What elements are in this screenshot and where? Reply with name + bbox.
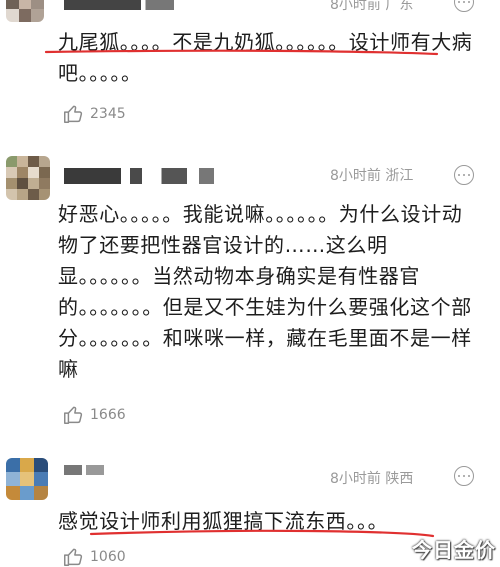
thumbs-up-icon	[64, 105, 83, 123]
like-button[interactable]: 1060	[62, 546, 126, 567]
thumbs-up-icon	[64, 406, 83, 424]
avatar[interactable]	[6, 458, 48, 500]
like-count: 1060	[90, 549, 126, 565]
comment-text: 好恶心。。。。。我能说嘛。。。。。。为什么设计动物了还要把性器官设计的……这么明…	[58, 202, 472, 381]
thumbs-up-icon	[64, 548, 83, 566]
more-options-icon[interactable]	[454, 165, 474, 185]
like-count: 1666	[90, 407, 126, 423]
like-count: 2345	[90, 106, 126, 122]
comment-meta: 8小时前 陕西	[330, 471, 414, 487]
comment-meta: 8小时前 浙江	[330, 168, 414, 184]
comment-meta: 8小时前 广东	[330, 0, 414, 13]
avatar[interactable]	[6, 156, 50, 200]
more-options-icon[interactable]	[454, 466, 474, 486]
username-redacted	[64, 168, 214, 184]
watermark: 今日金价	[412, 538, 496, 562]
like-button[interactable]: 2345	[62, 103, 126, 125]
username-redacted	[64, 0, 174, 10]
avatar[interactable]	[6, 0, 44, 22]
red-underline	[89, 529, 435, 538]
red-underline	[44, 49, 439, 56]
like-button[interactable]: 1666	[62, 404, 126, 426]
more-options-icon[interactable]	[454, 0, 474, 12]
username-redacted	[64, 465, 104, 475]
